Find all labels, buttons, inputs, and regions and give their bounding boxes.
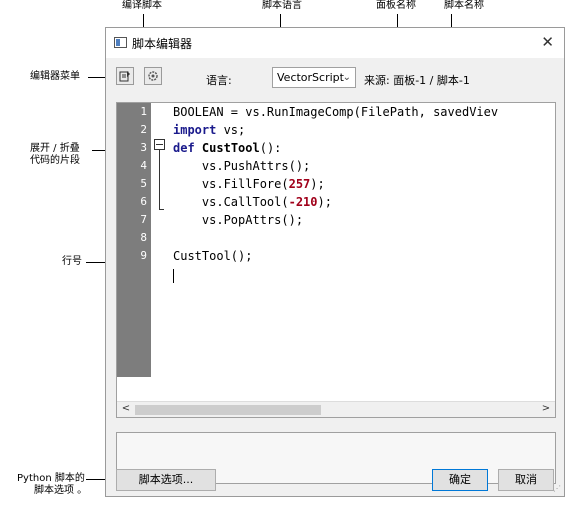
code-line: def CustTool(): [173, 141, 282, 155]
callout-python-options-2: 脚本选项 。 [34, 485, 88, 496]
line-number: 1 [140, 105, 147, 118]
settings-button[interactable] [144, 67, 162, 85]
code-line: import vs; [173, 123, 246, 137]
code-line: vs.FillFore(257); [173, 177, 325, 191]
callout-python-options-1: Python 脚本的 [17, 473, 85, 484]
script-editor-dialog: 脚本编辑器 ✕ 语言: VectorScript ⌄ 来源: 面板-1 / 脚本… [105, 27, 565, 497]
code-line: BOOLEAN = vs.RunImageComp(FilePath, save… [173, 105, 499, 119]
line-number: 2 [140, 123, 147, 136]
ok-button[interactable]: 确定 [432, 469, 488, 491]
collapse-toggle[interactable] [154, 139, 165, 150]
line-number: 7 [140, 213, 147, 226]
gear-icon [148, 71, 158, 81]
window-title: 脚本编辑器 [132, 37, 193, 51]
callout-script-language: 脚本语言 [262, 0, 302, 11]
callout-panel-name: 面板名称 [376, 0, 416, 11]
callout-compile-script: 编译脚本 [122, 0, 162, 11]
line-number: 4 [140, 159, 147, 172]
line-number: 8 [140, 231, 147, 244]
chevron-down-icon: ⌄ [342, 72, 351, 83]
callout-script-name: 脚本名称 [444, 0, 484, 11]
language-select[interactable]: VectorScript ⌄ [272, 67, 356, 88]
fold-guide-end [159, 209, 164, 210]
compile-button[interactable] [116, 67, 134, 85]
code-editor[interactable]: 1 2 3 4 5 6 7 8 9 BOOLEAN = vs.RunImageC… [116, 102, 556, 418]
language-label: 语言: [206, 74, 232, 87]
resize-grip-icon[interactable]: ⋰ [553, 484, 561, 493]
line-number: 6 [140, 195, 147, 208]
scroll-left-icon[interactable]: < [119, 403, 133, 414]
callout-editor-menu: 编辑器菜单 [30, 71, 80, 82]
code-text: BOOLEAN = vs.RunImageComp(FilePath, save… [173, 103, 555, 283]
window-icon [114, 37, 127, 48]
scroll-thumb[interactable] [135, 405, 321, 415]
code-line: CustTool(); [173, 249, 253, 263]
compile-icon [119, 71, 130, 82]
line-number: 5 [140, 177, 147, 190]
callout-expand-collapse-1: 展开 / 折叠 [30, 143, 80, 154]
source-text: 来源: 面板-1 / 脚本-1 [364, 74, 470, 87]
text-caret [173, 269, 174, 283]
script-options-button[interactable]: 脚本选项... [116, 469, 216, 491]
code-line: vs.CallTool(-210); [173, 195, 332, 209]
fold-guide-line [159, 150, 160, 210]
cancel-button[interactable]: 取消 [498, 469, 554, 491]
code-line: vs.PushAttrs(); [173, 159, 311, 173]
line-number-gutter: 1 2 3 4 5 6 7 8 9 [117, 103, 151, 377]
callout-expand-collapse-2: 代码的片段 [30, 155, 80, 166]
code-line: vs.PopAttrs(); [173, 213, 304, 227]
close-button[interactable]: ✕ [541, 33, 554, 51]
line-number: 3 [140, 141, 147, 154]
callout-line-number: 行号 [62, 256, 82, 267]
horizontal-scrollbar[interactable]: < > [117, 401, 555, 417]
line-number: 9 [140, 249, 147, 262]
title-bar[interactable]: 脚本编辑器 ✕ [106, 28, 564, 58]
scroll-right-icon[interactable]: > [539, 403, 553, 414]
language-value: VectorScript [277, 71, 344, 84]
